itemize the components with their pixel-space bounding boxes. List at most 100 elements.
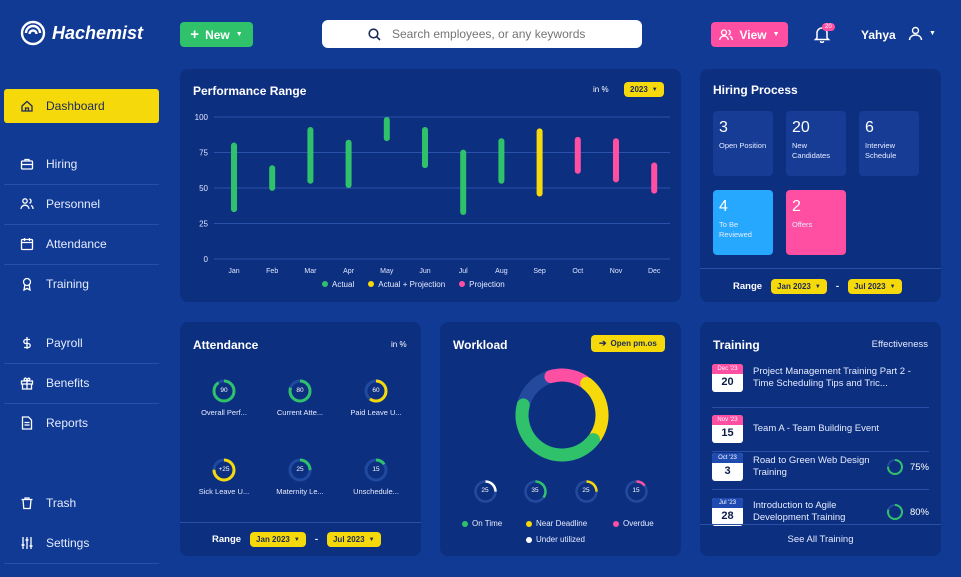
y-tick-label: 25 <box>199 220 208 229</box>
app-logo[interactable]: Hachemist <box>20 20 143 46</box>
open-pmos-button[interactable]: ➔ Open pm.os <box>591 335 665 352</box>
sidebar-divider <box>4 563 159 564</box>
mini-ring-value: 35 <box>531 487 539 494</box>
sidebar-item-trash[interactable]: Trash <box>4 486 159 520</box>
stat-label: Open Position <box>719 141 767 150</box>
calendar-month: Dec '23 <box>712 364 743 374</box>
view-label: View <box>739 27 767 42</box>
legend-actual: Actual <box>322 280 354 289</box>
training-text: Introduction to Agile Development Traini… <box>753 500 846 523</box>
calendar-date: Nov '23 15 <box>712 415 743 443</box>
legend-projection: Projection <box>459 280 505 289</box>
range-to-select[interactable]: Jul 2023 ▼ <box>847 279 902 294</box>
calendar-month: Oct '23 <box>712 453 743 463</box>
sidebar-item-attendance[interactable]: Attendance <box>4 227 159 261</box>
divider <box>712 451 929 452</box>
y-tick-label: 100 <box>195 113 209 122</box>
calendar-month: Nov '23 <box>712 415 743 425</box>
range-from-value: Jan 2023 <box>256 535 290 544</box>
ring-label: Overall Perf... <box>201 408 247 417</box>
effectiveness-ring-icon <box>886 459 903 475</box>
stat-new-candidates[interactable]: 20 New Candidates <box>786 111 846 176</box>
range-from-value: Jan 2023 <box>777 282 811 291</box>
stat-to-be-reviewed[interactable]: 4 To Be Reviewed <box>713 190 773 255</box>
sidebar-item-label: Dashboard <box>46 99 105 113</box>
new-button[interactable]: + New ▼ <box>180 22 253 47</box>
stat-label: Offers <box>792 220 813 229</box>
users-icon <box>719 28 734 40</box>
sidebar-item-personnel[interactable]: Personnel <box>4 187 159 221</box>
legend-label: Near Deadline <box>536 519 588 528</box>
stat-offers[interactable]: 2 Offers <box>786 190 846 255</box>
legend-actual-projection-label: Actual + Projection <box>378 280 446 289</box>
stat-label: New Candidates <box>792 141 830 160</box>
x-tick-label: Jun <box>419 268 430 275</box>
app-name: Hachemist <box>52 22 144 43</box>
training-subtitle: Effectiveness <box>871 339 928 350</box>
range-from-select[interactable]: Jan 2023 ▼ <box>250 532 306 547</box>
chevron-down-icon: ▼ <box>235 31 243 38</box>
mini-ring-value: 15 <box>632 487 640 494</box>
range-separator: - <box>314 534 318 545</box>
users-icon <box>20 198 34 210</box>
y-tick-label: 75 <box>199 149 208 158</box>
effectiveness-value: 75% <box>909 461 929 473</box>
range-separator: - <box>835 281 839 292</box>
training-title: Training <box>713 338 760 352</box>
training-item[interactable]: Oct '23 3 Road to Green Web Design Trainin… <box>712 453 929 481</box>
ring-value: 60 <box>372 387 380 394</box>
stat-number: 4 <box>719 198 728 215</box>
view-button[interactable]: View ▼ <box>711 22 788 47</box>
legend-projection-label: Projection <box>469 280 505 289</box>
search-bar[interactable] <box>322 20 642 48</box>
training-item[interactable]: Dec '23 20 Project Management Training Par… <box>712 364 929 392</box>
legend-near-deadline: Near Deadline <box>526 519 587 528</box>
ring-label: Paid Leave U... <box>350 408 402 417</box>
user-menu[interactable]: ▼ <box>908 26 936 41</box>
ring-value: 80 <box>296 387 304 394</box>
workload-donut <box>515 368 609 462</box>
range-to-value: Jul 2023 <box>332 535 365 544</box>
see-all-training-link[interactable]: See All Training <box>700 534 941 545</box>
hiring-card: Hiring Process 3 Open Position 20 New Ca… <box>700 69 941 302</box>
notification-badge: 20 <box>822 23 835 31</box>
stat-label: Interview Schedule <box>865 141 897 160</box>
sidebar-item-benefits[interactable]: Benefits <box>4 366 159 400</box>
x-tick-label: Jan <box>228 268 239 275</box>
sidebar-item-reports[interactable]: Reports <box>4 406 159 440</box>
range-label: Range <box>733 281 763 292</box>
stat-interview-schedule[interactable]: 6 Interview Schedule <box>859 111 919 176</box>
range-from-select[interactable]: Jan 2023 ▼ <box>771 279 827 294</box>
training-text: Road to Green Web Design Training <box>753 455 870 478</box>
calendar-date: Oct '23 3 <box>712 453 743 481</box>
calendar-icon <box>20 238 34 251</box>
effectiveness: 75% <box>886 458 929 476</box>
workload-card: Workload ➔ Open pm.os 25 35 25 15 On Time Ne… <box>440 322 681 556</box>
gift-icon <box>20 377 34 390</box>
sidebar-item-settings[interactable]: Settings <box>4 526 159 560</box>
document-icon <box>21 416 33 430</box>
range-to-select[interactable]: Jul 2023 ▼ <box>326 532 381 547</box>
notifications-button[interactable]: 20 <box>813 23 835 45</box>
x-tick-label: Mar <box>304 268 317 275</box>
training-text: Team A - Team Building Event <box>753 423 880 434</box>
divider <box>700 524 941 525</box>
search-input[interactable] <box>392 27 632 41</box>
training-item[interactable]: Nov '23 15 Team A - Team Building Event <box>712 415 929 443</box>
training-item[interactable]: Jul '23 28 Introduction to Agile Developme… <box>712 498 929 526</box>
calendar-date: Jul '23 28 <box>712 498 743 526</box>
user-name[interactable]: Yahya <box>861 28 896 42</box>
calendar-day: 3 <box>724 465 731 477</box>
stat-open-position[interactable]: 3 Open Position <box>713 111 773 176</box>
attendance-unit: in % <box>391 340 407 349</box>
sidebar-item-hiring[interactable]: Hiring <box>4 147 159 181</box>
calendar-month: Jul '23 <box>712 498 743 508</box>
sidebar-item-training[interactable]: Training <box>4 267 159 301</box>
sidebar-item-dashboard[interactable]: Dashboard <box>4 89 159 123</box>
sidebar-item-payroll[interactable]: Payroll <box>4 326 159 360</box>
ring-label: Sick Leave U... <box>198 487 250 496</box>
performance-chart: 100 75 50 25 0 Jan Feb Mar Apr May Jun Jul Aug Sep Oct… <box>195 113 670 275</box>
workload-title: Workload <box>453 338 508 352</box>
calendar-date: Dec '23 20 <box>712 364 743 392</box>
effectiveness-value: 80% <box>909 506 929 518</box>
